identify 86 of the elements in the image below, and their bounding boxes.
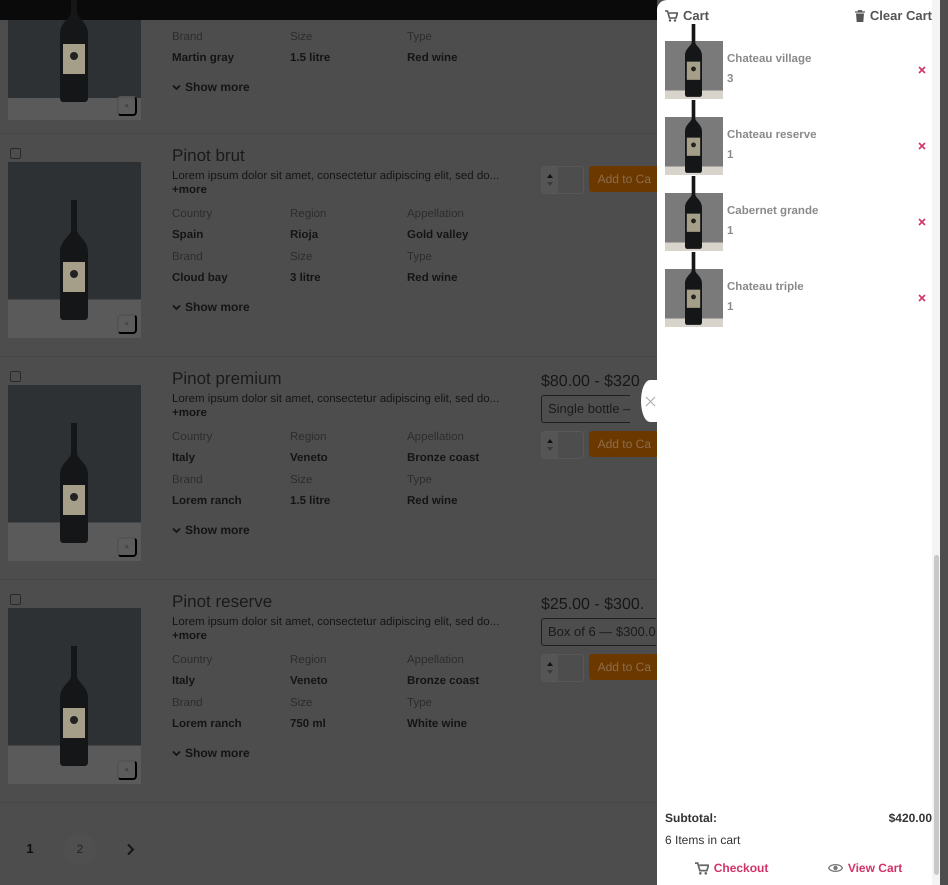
zoom-button[interactable] <box>117 314 137 334</box>
checkbox[interactable] <box>10 148 21 159</box>
remove-button[interactable] <box>918 218 926 226</box>
add-to-cart-button[interactable]: Add to Ca <box>588 166 657 192</box>
zoom-button[interactable] <box>117 537 137 557</box>
attribute-value: Rioja <box>290 228 320 243</box>
attribute-value: Gold valley <box>407 228 470 243</box>
attribute-value: Cloud bay <box>172 271 229 286</box>
show-more-link[interactable]: Show more <box>172 744 250 762</box>
close-button[interactable] <box>641 380 659 422</box>
checkbox[interactable] <box>10 371 21 382</box>
attribute-value: Red wine <box>407 51 458 66</box>
remove-button[interactable] <box>918 66 926 74</box>
more-link[interactable]: +more <box>172 629 541 643</box>
product-description: Lorem ipsum dolor sit amet, consectetur adipiscing elit, sed do... <box>172 392 500 406</box>
trash-icon <box>854 10 865 22</box>
checkbox[interactable] <box>10 594 21 605</box>
scrollbar[interactable] <box>932 0 940 885</box>
price-range: $80.00 - $320 <box>541 372 641 392</box>
add-to-cart-button[interactable]: Add to Ca <box>588 654 657 680</box>
cart-item-name: Chateau triple <box>727 280 804 295</box>
attribute-value: 750 ml <box>290 717 327 732</box>
attribute-value: Veneto <box>290 674 329 689</box>
show-more-link[interactable]: Show more <box>172 78 250 96</box>
cart-icon <box>694 862 709 874</box>
stepper-icon[interactable] <box>542 167 558 193</box>
checkout-link[interactable]: Checkout <box>694 859 768 877</box>
close-icon <box>918 294 926 302</box>
cart-item-name: Chateau reserve <box>727 128 816 143</box>
chevron-right-icon <box>126 842 134 856</box>
attribute-value: Spain <box>172 228 204 243</box>
price-range: $25.00 - $300. <box>541 595 646 615</box>
chevron-down-icon <box>172 84 181 90</box>
zoom-button[interactable] <box>117 96 137 116</box>
attribute-value: Lorem ranch <box>172 494 243 509</box>
attribute-value: Red wine <box>407 271 458 286</box>
cart-item-name: Cabernet grande <box>727 204 818 219</box>
attribute-value: Bronze coast <box>407 451 480 466</box>
cart-item-quantity: 3 <box>727 72 734 87</box>
quantity-field[interactable] <box>541 654 584 682</box>
view-cart-link[interactable]: View Cart <box>828 859 902 877</box>
remove-button[interactable] <box>918 142 926 150</box>
cart-item-name: Chateau village <box>727 52 812 67</box>
close-icon <box>918 66 926 74</box>
attribute-value: Red wine <box>407 494 458 509</box>
chevron-down-icon <box>172 750 181 756</box>
attribute-value: White wine <box>407 717 468 732</box>
add-to-cart-button[interactable]: Add to Ca <box>588 430 657 456</box>
eye-icon <box>828 863 843 873</box>
chevron-down-icon <box>172 304 181 310</box>
item-count: 6 Items in cart <box>665 832 742 849</box>
attribute-value: Veneto <box>290 451 329 466</box>
attribute-value: Italy <box>172 674 196 689</box>
close-icon <box>918 218 926 226</box>
attribute-value: Bronze coast <box>407 674 480 689</box>
page-link[interactable]: 1 <box>14 833 46 865</box>
product-description: Lorem ipsum dolor sit amet, consectetur adipiscing elit, sed do... <box>172 615 500 629</box>
close-icon <box>918 142 926 150</box>
clear-cart-button[interactable]: Clear Cart <box>854 6 932 26</box>
scrollbar-thumb[interactable] <box>934 555 939 875</box>
attribute-value: 3 litre <box>290 271 322 286</box>
attribute-value: 1.5 litre <box>290 51 332 66</box>
attribute-value: Lorem ranch <box>172 717 243 732</box>
more-link[interactable]: +more <box>172 406 541 420</box>
remove-button[interactable] <box>918 294 926 302</box>
cart-item-quantity: 1 <box>727 148 734 163</box>
show-more-link[interactable]: Show more <box>172 521 250 539</box>
quantity-field[interactable] <box>541 166 584 194</box>
cart-icon <box>665 10 678 22</box>
cart-item-quantity: 1 <box>727 300 734 315</box>
cart-title: Cart <box>665 6 710 26</box>
subtotal-label: Subtotal: <box>665 810 717 827</box>
attribute-value: Martin gray <box>172 51 235 66</box>
zoom-button[interactable] <box>117 760 137 780</box>
quantity-field[interactable] <box>541 430 584 458</box>
show-more-link[interactable]: Show more <box>172 298 250 316</box>
attribute-value: 1.5 litre <box>290 494 332 509</box>
attribute-value: Italy <box>172 451 196 466</box>
chevron-down-icon <box>172 526 181 534</box>
subtotal-amount: $420.00 <box>888 810 932 827</box>
stepper-icon[interactable] <box>542 432 558 458</box>
stepper-icon[interactable] <box>542 654 558 680</box>
more-link[interactable]: +more <box>172 183 541 197</box>
close-icon <box>644 396 656 406</box>
cart-item-quantity: 1 <box>727 224 734 239</box>
product-description: Lorem ipsum dolor sit amet, consectetur adipiscing elit, sed do... <box>172 169 500 183</box>
